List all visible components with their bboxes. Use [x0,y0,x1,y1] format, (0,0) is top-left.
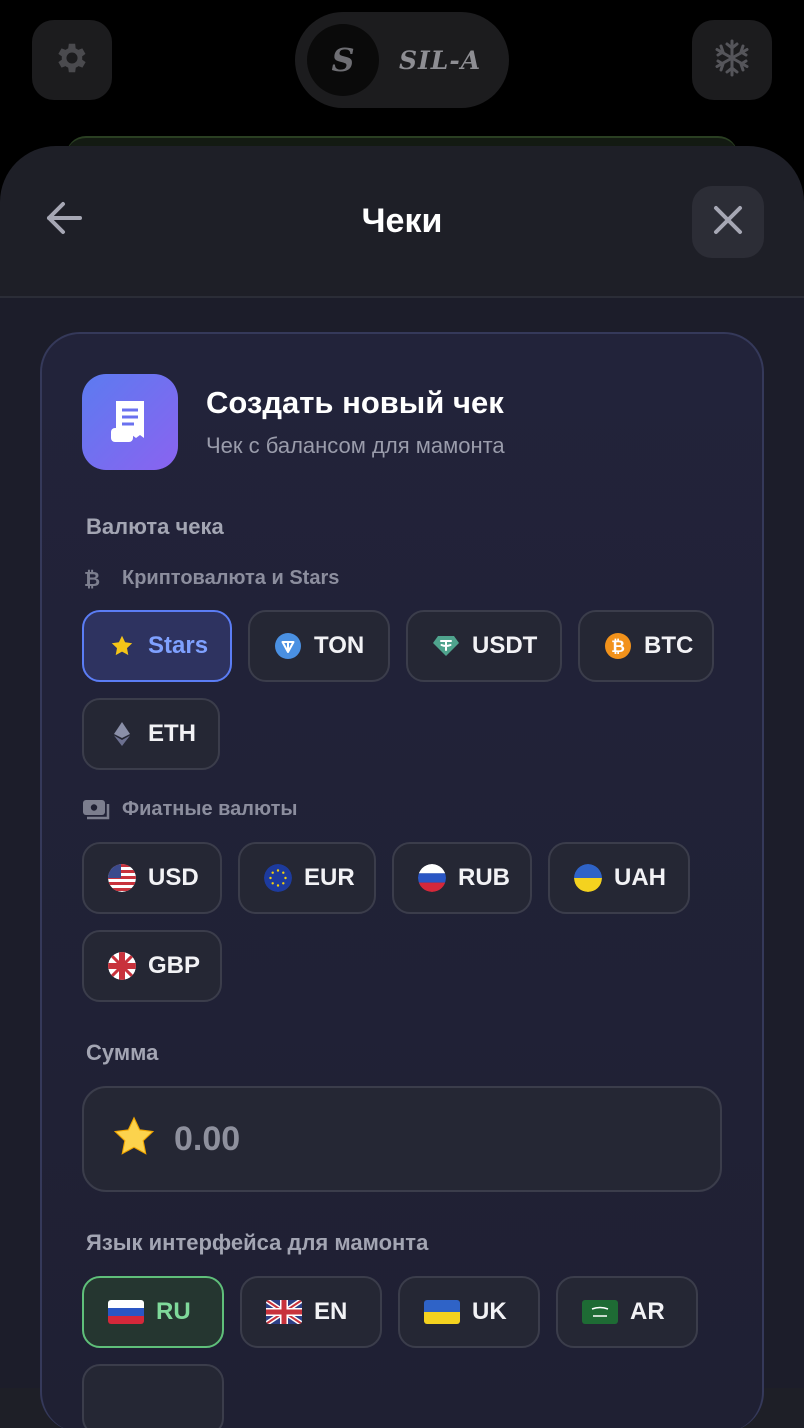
gb-flag-icon [266,1298,302,1326]
chip-label: RU [156,1298,191,1325]
currency-chip-usd[interactable]: USD [82,842,222,914]
brand-name: SIL-A [399,45,482,75]
currency-chip-btc[interactable]: ₿ BTC [578,610,714,682]
currency-chip-stars[interactable]: Stars [82,610,232,682]
us-flag-icon [108,864,136,892]
language-chip-uk[interactable]: UK [398,1276,540,1348]
receipt-icon [82,374,178,470]
chip-label: USD [148,864,199,891]
chip-label: TON [314,632,365,659]
ton-icon [274,632,302,660]
bitcoin-outline-icon: ₿ [82,566,110,590]
card-header: Создать новый чек Чек с балансом для мам… [82,374,505,470]
currency-chip-rub[interactable]: RUB [392,842,532,914]
ethereum-icon [108,720,136,748]
crypto-subsection-text: Криптовалюта и Stars [122,566,340,589]
amount-placeholder: 0.00 [174,1119,241,1158]
currency-chip-eur[interactable]: EUR [238,842,376,914]
language-section-label: Язык интерфейса для мамонта [86,1230,429,1255]
amount-label: Сумма [86,1040,159,1065]
chip-label: ETH [148,720,196,747]
fiat-subsection-text: Фиатные валюты [122,798,298,820]
chip-label: AR [630,1298,665,1325]
currency-chip-uah[interactable]: UAH [548,842,690,914]
sheet-header: Чеки [0,146,804,298]
chip-label: USDT [472,632,538,659]
language-chip-en[interactable]: EN [240,1276,382,1348]
chip-label: EN [314,1298,348,1325]
svg-text:S: S [331,41,354,79]
currency-chip-ton[interactable]: TON [248,610,390,682]
currency-chip-eth[interactable]: ETH [82,698,220,770]
amount-input[interactable]: 0.00 [82,1086,722,1192]
currency-chip-usdt[interactable]: USDT [406,610,562,682]
currency-section-label: Валюта чека [86,514,224,539]
ru-flag-icon [418,864,446,892]
svg-text:₿: ₿ [84,567,100,590]
bitcoin-icon: ₿ [604,632,632,660]
tether-icon [432,632,460,660]
settings-button[interactable] [32,20,112,100]
card-title: Создать новый чек [206,385,504,420]
sheet-content: Создать новый чек Чек с балансом для мам… [0,298,804,1428]
sa-flag-icon [582,1298,618,1326]
snowflake-button[interactable] [692,20,772,100]
chip-label: RUB [458,864,510,891]
language-chip-ar[interactable]: AR [556,1276,698,1348]
ru-flag-icon [108,1298,144,1326]
crypto-subsection-label: ₿ Криптовалюта и Stars [82,566,340,591]
brand-pill[interactable]: S SIL-A [295,12,509,108]
chip-label: BTC [644,632,694,659]
svg-text:₿: ₿ [611,637,625,657]
language-chip-more[interactable] [82,1364,224,1428]
chip-label: UK [472,1298,507,1325]
create-check-card: Создать новый чек Чек с балансом для мам… [40,332,764,1428]
eu-flag-icon [264,864,292,892]
sheet-title: Чеки [361,202,443,240]
gb-flag-icon [108,952,136,980]
ua-flag-icon [574,864,602,892]
currency-chip-gbp[interactable]: GBP [82,930,222,1002]
top-app-bar: S SIL-A [0,0,804,176]
chip-label: Stars [148,632,209,659]
fiat-subsection-label: Фиатные валюты [82,798,297,821]
snowflake-icon [712,38,752,83]
star-emoji-icon [112,1115,156,1164]
gear-icon [53,39,91,82]
close-icon [712,204,744,241]
card-subtitle: Чек с балансом для мамонта [206,433,505,458]
money-icon [82,799,110,821]
close-button[interactable] [692,186,764,258]
chip-label: UAH [614,864,666,891]
star-icon [108,632,136,660]
brand-logo: S [307,24,379,96]
language-chip-ru[interactable]: RU [82,1276,224,1348]
chip-label: EUR [304,864,355,891]
chip-label: GBP [148,952,201,979]
ua-flag-icon [424,1298,460,1326]
checks-sheet: Чеки Создать новый чек Чек с балансом дл… [0,146,804,1428]
